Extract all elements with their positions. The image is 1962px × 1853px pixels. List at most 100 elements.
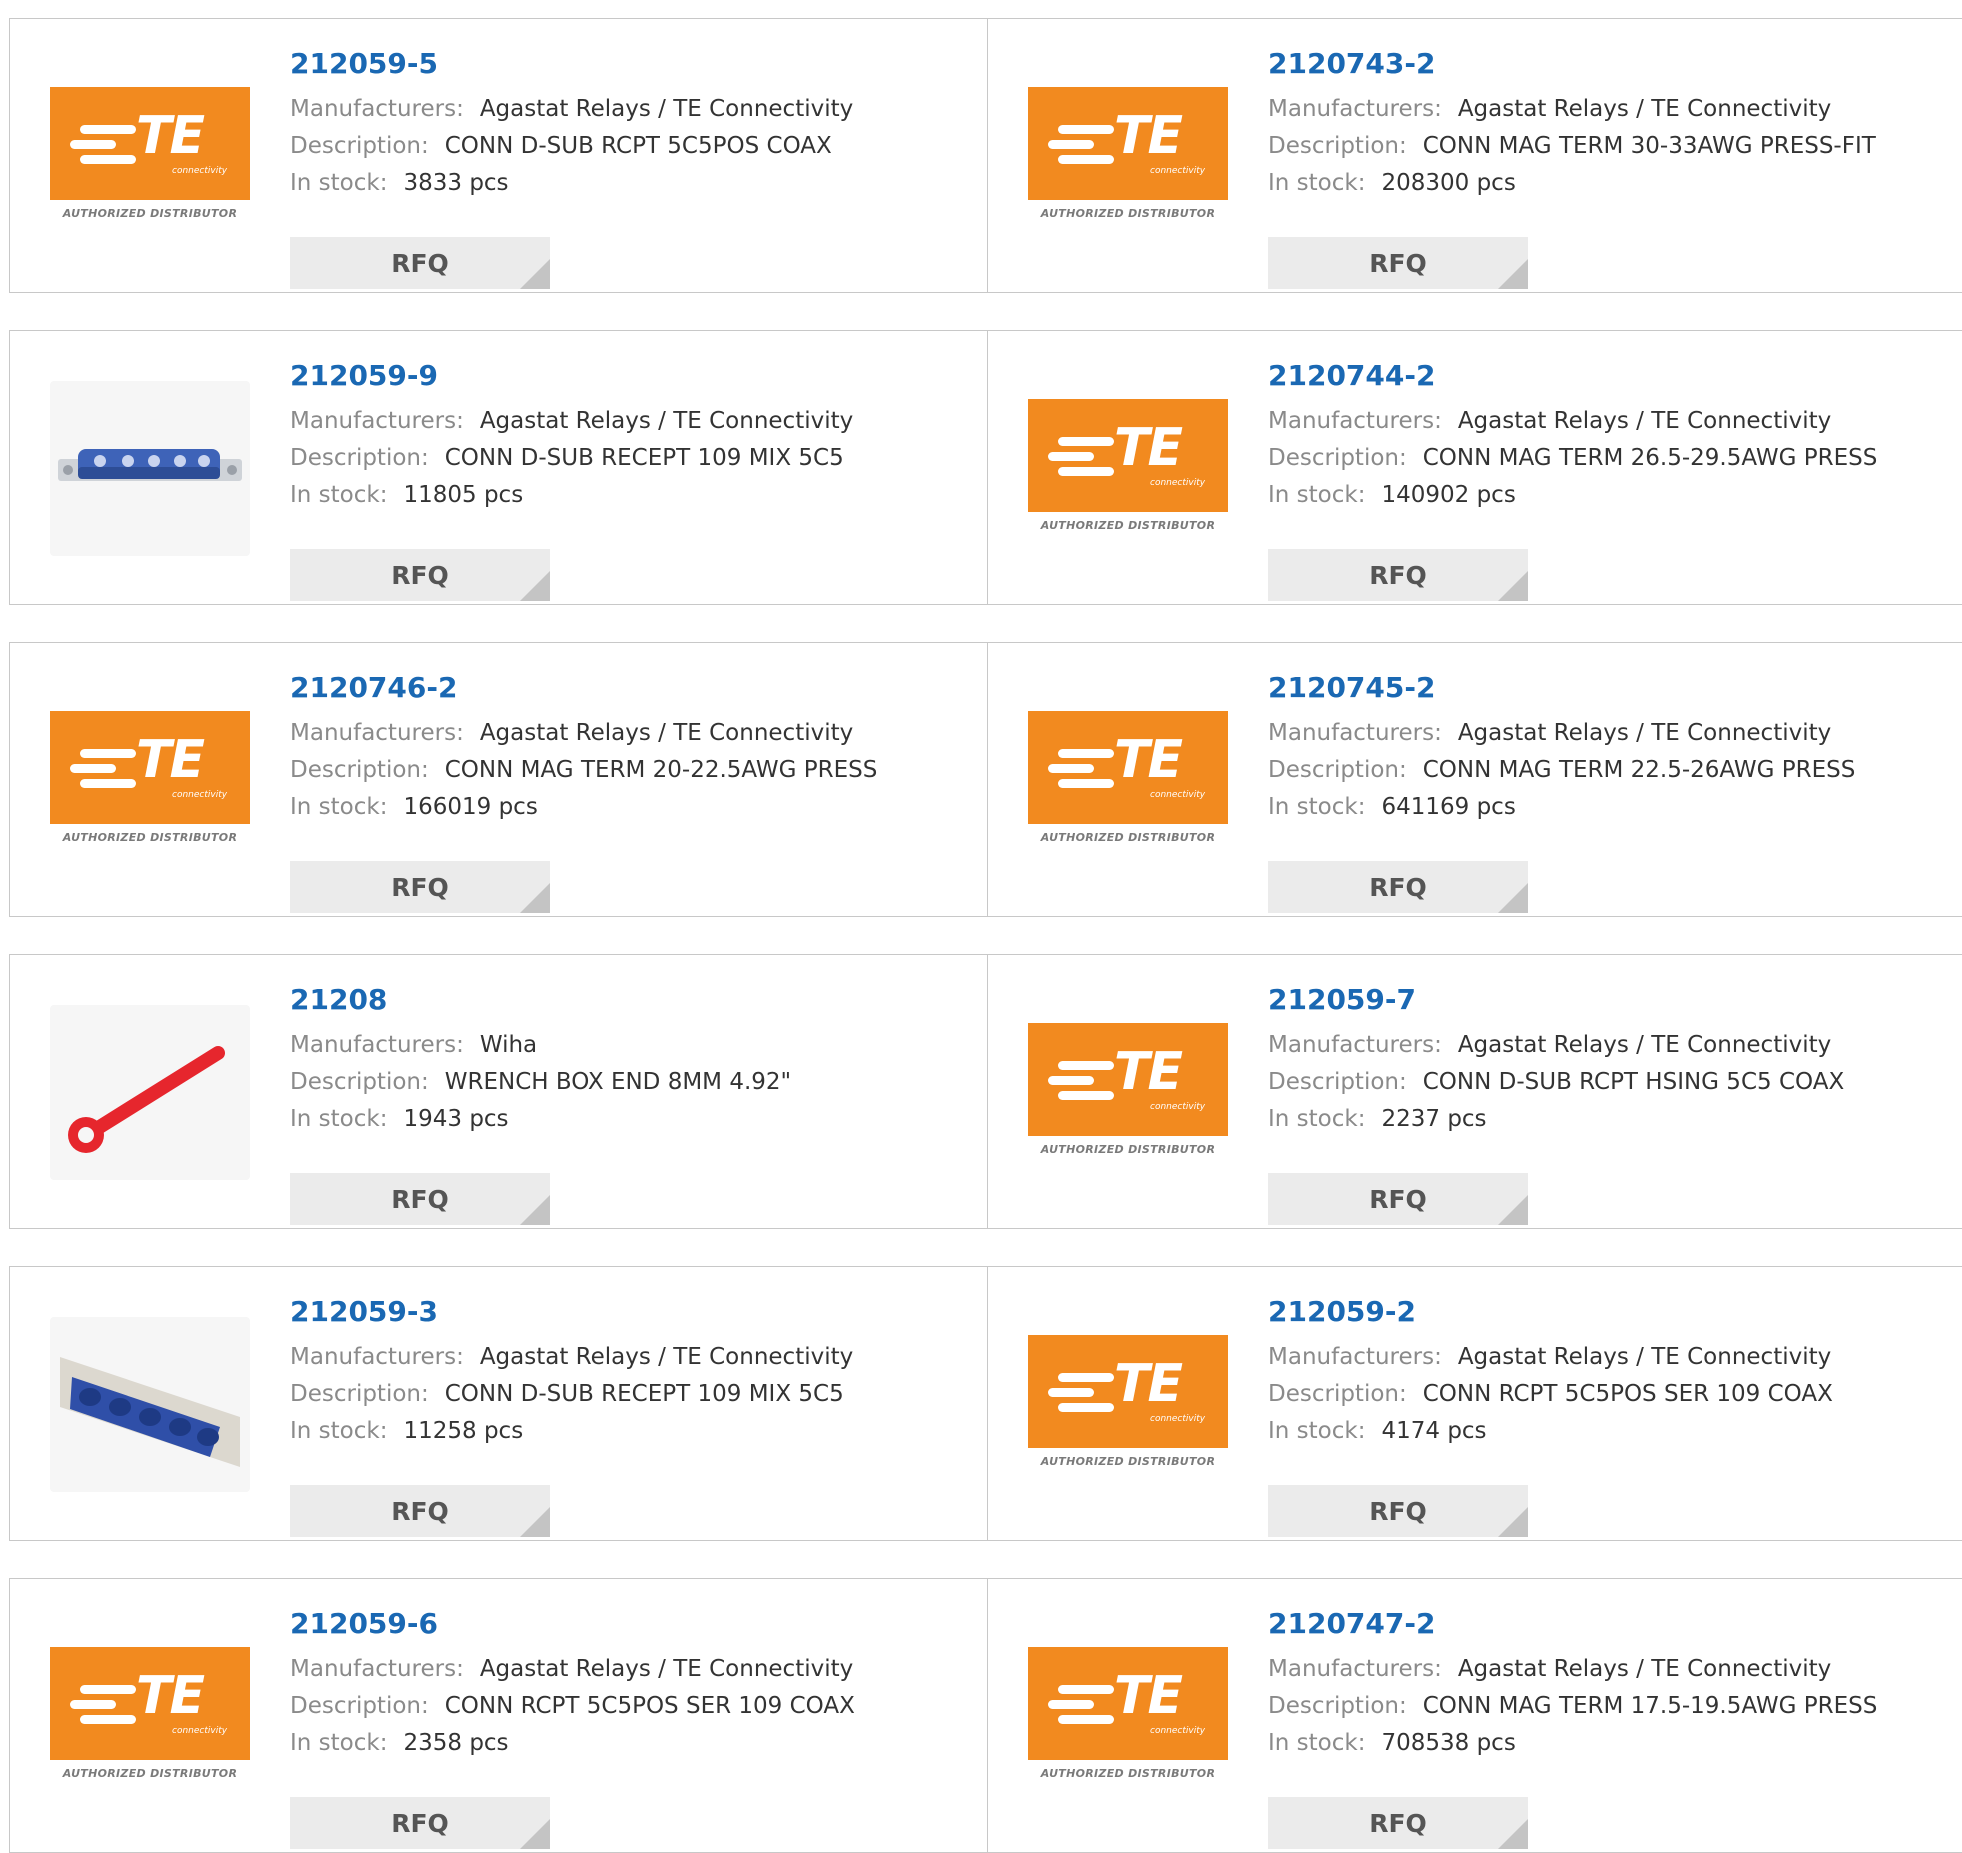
rfq-label: RFQ [1369, 1184, 1427, 1214]
part-number-link[interactable]: 212059-2 [1268, 1295, 1833, 1339]
product-thumbnail[interactable]: TE connectivity AUTHORIZED DISTRIBUTOR [1028, 69, 1228, 244]
manufacturer-value: Agastat Relays / TE Connectivity [479, 408, 854, 434]
te-logo-badge: TE connectivity [1028, 1334, 1228, 1448]
product-info: 2120745-2 Manufacturers: Agastat Relays /… [1268, 671, 1855, 913]
product-card: TE connectivity AUTHORIZED DISTRIBUTOR 212… [9, 18, 989, 293]
rfq-button[interactable]: RFQ [290, 1173, 550, 1225]
rfq-button[interactable]: RFQ [1268, 1485, 1528, 1537]
corner-triangle-icon [520, 1195, 550, 1225]
te-connectivity-logo: TE connectivity AUTHORIZED DISTRIBUTOR [1028, 398, 1228, 539]
rfq-label: RFQ [1369, 248, 1427, 278]
rfq-button[interactable]: RFQ [1268, 549, 1528, 601]
te-bars-icon [1048, 748, 1116, 789]
te-logo-text: TE [136, 1665, 205, 1726]
rfq-label: RFQ [1369, 1808, 1427, 1838]
product-card: TE connectivity AUTHORIZED DISTRIBUTOR 212… [987, 18, 1962, 293]
corner-triangle-icon [1498, 571, 1528, 601]
corner-triangle-icon [520, 1507, 550, 1537]
rfq-button[interactable]: RFQ [1268, 1173, 1528, 1225]
product-thumbnail[interactable]: TE connectivity AUTHORIZED DISTRIBUTOR [50, 693, 250, 868]
manufacturers-label: Manufacturers: [290, 408, 464, 434]
product-card: TE connectivity AUTHORIZED DISTRIBUTOR 212… [987, 1266, 1962, 1541]
description-label: Description: [290, 757, 429, 783]
rfq-button[interactable]: RFQ [290, 1485, 550, 1537]
product-thumbnail[interactable]: TE connectivity AUTHORIZED DISTRIBUTOR [1028, 1005, 1228, 1180]
authorized-distributor-label: AUTHORIZED DISTRIBUTOR [62, 830, 238, 844]
te-logo-text: TE [1114, 729, 1183, 790]
product-info: 2120746-2 Manufacturers: Agastat Relays /… [290, 671, 877, 913]
rfq-button[interactable]: RFQ [1268, 861, 1528, 913]
description-value: CONN MAG TERM 30-33AWG PRESS-FIT [1422, 133, 1876, 159]
description-label: Description: [290, 1693, 429, 1719]
part-number-link[interactable]: 212059-5 [290, 47, 853, 91]
stock-value: 2237 pcs [1381, 1106, 1487, 1132]
stock-value: 3833 pcs [403, 170, 509, 196]
rfq-button[interactable]: RFQ [290, 861, 550, 913]
product-thumbnail[interactable] [50, 381, 250, 556]
description-label: Description: [1268, 133, 1407, 159]
stock-row: In stock: 166019 pcs [290, 789, 877, 826]
authorized-distributor-label: AUTHORIZED DISTRIBUTOR [62, 206, 238, 220]
part-number-link[interactable]: 212059-6 [290, 1607, 855, 1651]
te-logo-badge: TE connectivity [1028, 1022, 1228, 1136]
part-number-link[interactable]: 212059-3 [290, 1295, 853, 1339]
product-grid: TE connectivity AUTHORIZED DISTRIBUTOR 212… [0, 0, 1962, 1853]
dsub-connector-image [50, 381, 250, 556]
part-number-link[interactable]: 2120743-2 [1268, 47, 1876, 91]
manufacturer-value: Agastat Relays / TE Connectivity [1457, 720, 1832, 746]
corner-triangle-icon [1498, 883, 1528, 913]
manufacturer-value: Agastat Relays / TE Connectivity [479, 1344, 854, 1370]
part-number-link[interactable]: 2120747-2 [1268, 1607, 1877, 1651]
part-number-link[interactable]: 2120744-2 [1268, 359, 1877, 403]
description-row: Description: CONN D-SUB RECEPT 109 MIX 5C… [290, 1376, 853, 1413]
product-card: TE connectivity AUTHORIZED DISTRIBUTOR 212… [9, 642, 989, 917]
part-number-link[interactable]: 2120746-2 [290, 671, 877, 715]
product-thumbnail[interactable]: TE connectivity AUTHORIZED DISTRIBUTOR [1028, 693, 1228, 868]
rfq-button[interactable]: RFQ [1268, 237, 1528, 289]
stock-value: 4174 pcs [1381, 1418, 1487, 1444]
rfq-button[interactable]: RFQ [290, 237, 550, 289]
manufacturer-value: Agastat Relays / TE Connectivity [1457, 1344, 1832, 1370]
product-thumbnail[interactable]: TE connectivity AUTHORIZED DISTRIBUTOR [50, 1629, 250, 1804]
product-thumbnail[interactable]: TE connectivity AUTHORIZED DISTRIBUTOR [1028, 381, 1228, 556]
stock-value: 166019 pcs [403, 794, 538, 820]
description-row: Description: CONN D-SUB RCPT 5C5POS COAX [290, 128, 853, 165]
description-value: CONN D-SUB RCPT HSING 5C5 COAX [1422, 1069, 1845, 1095]
te-logo-text: TE [1114, 1665, 1183, 1726]
product-card: TE connectivity AUTHORIZED DISTRIBUTOR 212… [987, 330, 1962, 605]
te-bars-icon [70, 1684, 138, 1725]
product-info: 2120743-2 Manufacturers: Agastat Relays /… [1268, 47, 1876, 289]
manufacturer-value: Agastat Relays / TE Connectivity [479, 1656, 854, 1682]
product-info: 212059-2 Manufacturers: Agastat Relays / … [1268, 1295, 1833, 1537]
part-number-link[interactable]: 212059-9 [290, 359, 853, 403]
te-logo-sub: connectivity [1150, 1101, 1206, 1112]
description-label: Description: [1268, 1693, 1407, 1719]
rfq-button[interactable]: RFQ [1268, 1797, 1528, 1849]
part-number-link[interactable]: 212059-7 [1268, 983, 1844, 1027]
corner-triangle-icon [520, 883, 550, 913]
description-value: WRENCH BOX END 8MM 4.92" [444, 1069, 792, 1095]
manufacturers-label: Manufacturers: [1268, 720, 1442, 746]
description-label: Description: [1268, 445, 1407, 471]
description-label: Description: [1268, 1381, 1407, 1407]
stock-row: In stock: 2237 pcs [1268, 1101, 1844, 1138]
in-stock-label: In stock: [1268, 1106, 1366, 1132]
stock-row: In stock: 208300 pcs [1268, 165, 1876, 202]
product-thumbnail[interactable]: TE connectivity AUTHORIZED DISTRIBUTOR [50, 69, 250, 244]
manufacturer-row: Manufacturers: Agastat Relays / TE Connec… [290, 1651, 855, 1688]
product-thumbnail[interactable] [50, 1317, 250, 1492]
part-number-link[interactable]: 21208 [290, 983, 791, 1027]
product-thumbnail[interactable]: TE connectivity AUTHORIZED DISTRIBUTOR [1028, 1317, 1228, 1492]
product-thumbnail[interactable]: TE connectivity AUTHORIZED DISTRIBUTOR [1028, 1629, 1228, 1804]
rfq-button[interactable]: RFQ [290, 1797, 550, 1849]
rfq-button[interactable]: RFQ [290, 549, 550, 601]
te-connectivity-logo: TE connectivity AUTHORIZED DISTRIBUTOR [1028, 1646, 1228, 1787]
description-label: Description: [290, 1069, 429, 1095]
description-value: CONN RCPT 5C5POS SER 109 COAX [444, 1693, 855, 1719]
product-card: TE connectivity AUTHORIZED DISTRIBUTOR 212… [987, 642, 1962, 917]
in-stock-label: In stock: [290, 482, 388, 508]
in-stock-label: In stock: [1268, 794, 1366, 820]
te-logo-text: TE [1114, 105, 1183, 166]
product-thumbnail[interactable] [50, 1005, 250, 1180]
part-number-link[interactable]: 2120745-2 [1268, 671, 1855, 715]
